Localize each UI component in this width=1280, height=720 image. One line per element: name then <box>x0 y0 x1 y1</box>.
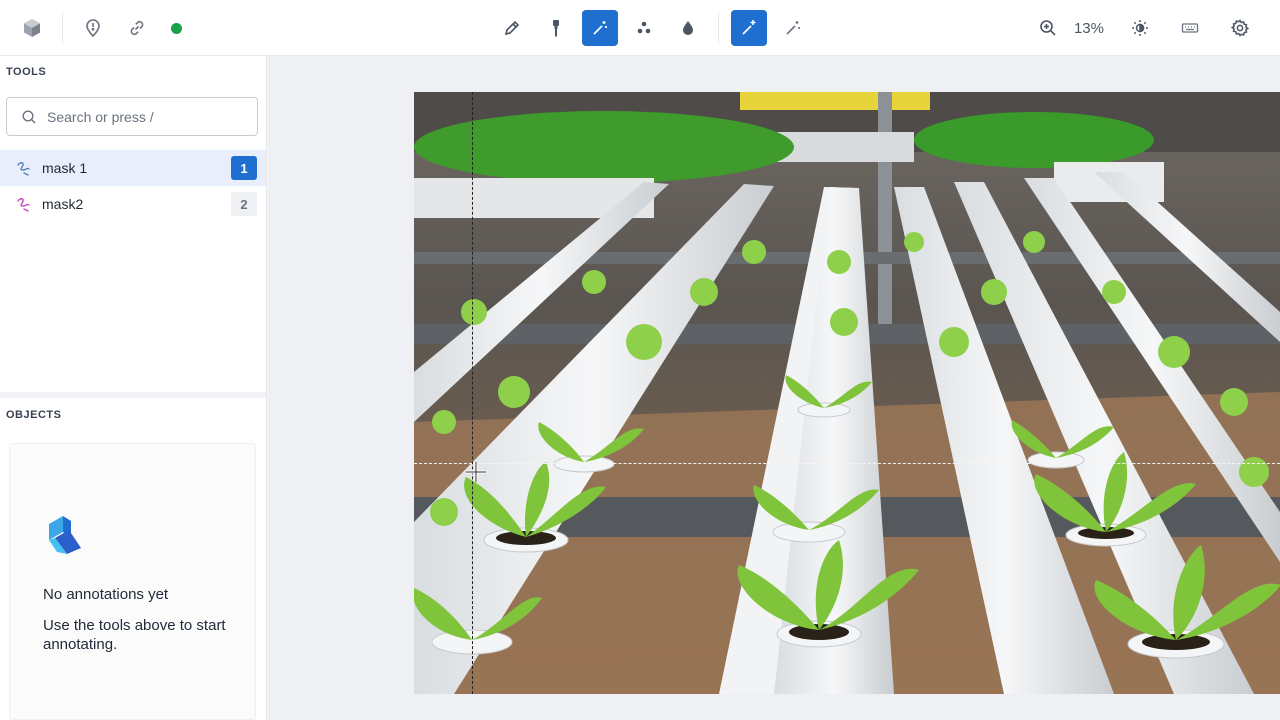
app-logo-icon[interactable] <box>14 10 50 46</box>
tool-search-box[interactable] <box>6 97 258 136</box>
settings-gear-icon[interactable] <box>1222 10 1258 46</box>
crosshair-horizontal-guide <box>414 463 1280 464</box>
zoom-in-icon[interactable] <box>1030 10 1066 46</box>
image-canvas[interactable] <box>268 56 1280 720</box>
magic-wand-plus-icon[interactable] <box>731 10 767 46</box>
search-icon <box>22 109 36 123</box>
search-input[interactable] <box>47 108 237 125</box>
crosshair-vertical-guide <box>472 92 473 694</box>
empty-state-description: Use the tools above to start annotating. <box>43 617 226 653</box>
brand-logo-icon <box>49 516 81 554</box>
objects-empty-state: No annotations yet Use the tools above t… <box>9 443 256 720</box>
points-icon[interactable] <box>626 10 662 46</box>
brush-icon[interactable] <box>538 10 574 46</box>
section-divider <box>0 392 266 398</box>
empty-state-title: No annotations yet <box>43 586 169 603</box>
tool-item-label: mask 1 <box>42 160 88 176</box>
objects-section-label: OBJECTS <box>6 409 62 421</box>
toolbar-right-group: 13% <box>1026 0 1262 56</box>
magic-wand-icon[interactable] <box>582 10 618 46</box>
crosshair-cursor-icon <box>466 462 486 482</box>
tools-section-label: TOOLS <box>6 66 47 78</box>
mask-squiggle-icon <box>17 198 30 212</box>
mask-squiggle-icon <box>17 162 30 176</box>
tool-hotkey-badge: 1 <box>231 156 257 180</box>
tool-item-mask2[interactable]: mask2 2 <box>0 186 266 222</box>
toolbar-divider <box>62 13 63 43</box>
toolbar-divider <box>718 13 719 43</box>
location-pin-icon[interactable] <box>75 10 111 46</box>
toolbar-left-group <box>10 0 194 56</box>
toolbar-tools-group <box>490 0 815 56</box>
brightness-icon[interactable] <box>1122 10 1158 46</box>
link-icon[interactable] <box>119 10 155 46</box>
pencil-icon[interactable] <box>494 10 530 46</box>
zoom-level: 13% <box>1073 19 1104 37</box>
tool-item-mask-1[interactable]: mask 1 1 <box>0 150 266 186</box>
drop-icon[interactable] <box>670 10 706 46</box>
annotation-image[interactable] <box>414 92 1280 694</box>
left-sidebar: TOOLS mask 1 1 mask2 2 OBJECTS No annota… <box>0 56 267 720</box>
annotation-app: 13% TOOLS mask 1 1 mask2 2 <box>0 0 1280 720</box>
tool-hotkey-badge: 2 <box>231 192 257 216</box>
keyboard-icon[interactable] <box>1172 10 1208 46</box>
tool-item-label: mask2 <box>42 196 84 212</box>
magic-wand-outline-icon[interactable] <box>775 10 811 46</box>
top-toolbar: 13% <box>0 0 1280 56</box>
status-dot-icon <box>171 22 182 34</box>
